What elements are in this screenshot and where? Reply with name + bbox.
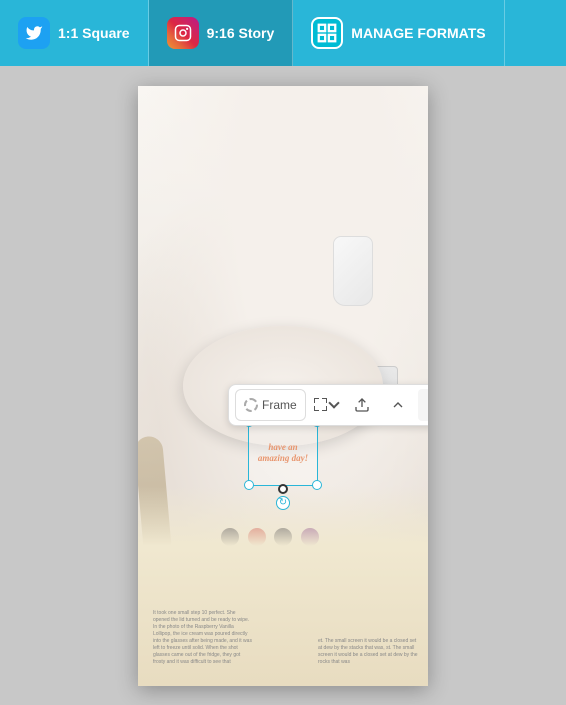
story-canvas[interactable]: 🥝 It took one small step 10 perfect. She… (138, 86, 428, 686)
chevron-down-icon (328, 397, 339, 408)
element-toolbar: Frame (228, 384, 428, 426)
frame-circle-icon (244, 398, 258, 412)
instagram-icon (167, 17, 199, 49)
canvas-area: 🥝 It took one small step 10 perfect. She… (0, 66, 566, 705)
tab-manage-formats[interactable]: MANAGE FORMATS (293, 0, 504, 66)
adjust-button[interactable] (418, 389, 428, 421)
pitcher-decoration (328, 236, 378, 316)
sticker-text: have an amazing day! (249, 422, 317, 485)
tab-manage-label: MANAGE FORMATS (351, 25, 485, 41)
upload-icon (354, 397, 370, 413)
handle-bottom-right[interactable] (312, 480, 322, 490)
magazine-area: It took one small step 10 perfect. She o… (138, 486, 428, 686)
move-up-icon (390, 397, 406, 413)
move-up-button[interactable] (382, 389, 414, 421)
twitter-icon (18, 17, 50, 49)
expand-button[interactable] (310, 389, 342, 421)
tab-square[interactable]: 1:1 Square (0, 0, 149, 66)
tab-square-label: 1:1 Square (58, 25, 130, 41)
frame-label: Frame (262, 398, 297, 412)
tab-story[interactable]: 9:16 Story (149, 0, 294, 66)
adjust-icon (426, 397, 428, 413)
frame-button[interactable]: Frame (235, 389, 306, 421)
tab-story-label: 9:16 Story (207, 25, 275, 41)
magazine-text-right: et. The small screen it would be a close… (318, 638, 418, 666)
rotate-handle[interactable]: ↻ (276, 496, 290, 510)
magazine-text-left: It took one small step 10 perfect. She o… (153, 610, 253, 666)
expand-icon (314, 398, 328, 412)
handle-bottom-left[interactable] (244, 480, 254, 490)
upload-button[interactable] (346, 389, 378, 421)
sticker-element[interactable]: have an amazing day! ↻ (248, 421, 318, 486)
cursor (278, 484, 288, 494)
manage-icon (311, 17, 343, 49)
tab-bar: 1:1 Square 9:16 Story MANAGE FORMATS (0, 0, 566, 66)
